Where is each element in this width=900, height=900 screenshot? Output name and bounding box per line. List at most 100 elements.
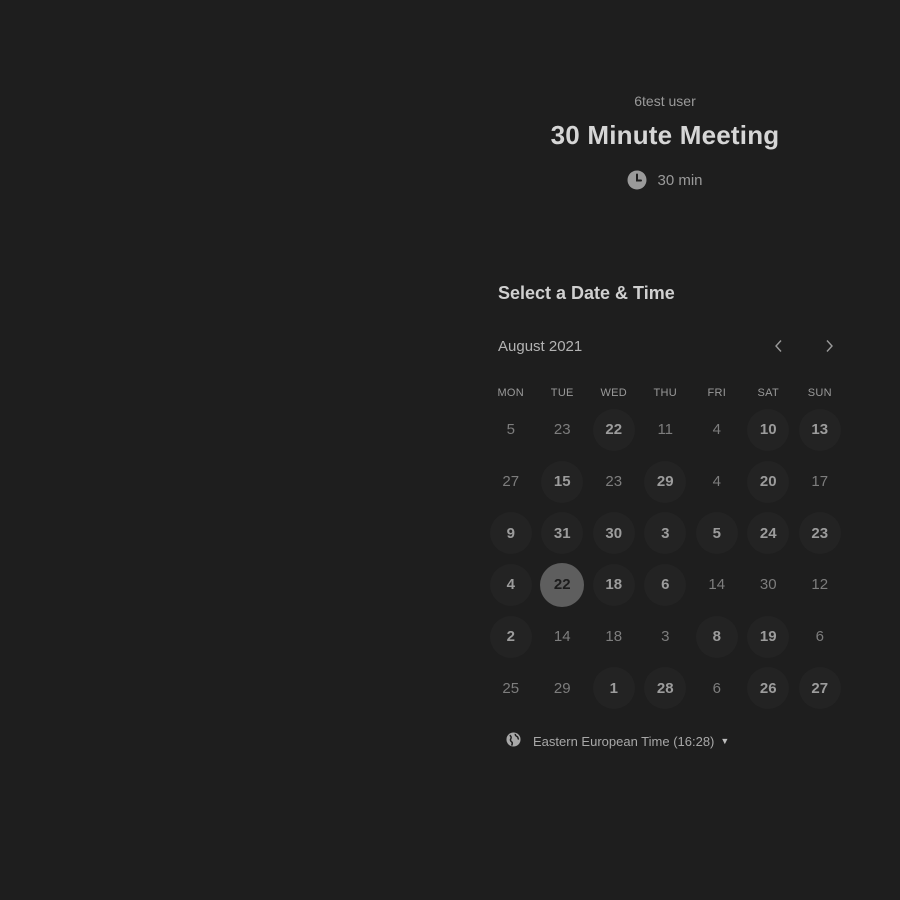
calendar-day-available[interactable]: 5 — [695, 512, 738, 555]
calendar-cell: 23 — [794, 507, 846, 559]
calendar-day-available[interactable]: 22 — [592, 408, 635, 451]
calendar-cell: 11 — [640, 404, 692, 456]
event-header: 6test user 30 Minute Meeting 30 min — [440, 92, 890, 190]
weekday-label: THU — [653, 387, 677, 399]
calendar-day-unavailable: 25 — [502, 679, 520, 697]
calendar-cell: 15 — [537, 456, 589, 508]
weekday-header-row: MON TUE WED THU FRI SAT SUN — [485, 385, 845, 401]
calendar-day-available[interactable]: 15 — [541, 460, 584, 503]
calendar-cell: 30 — [588, 507, 640, 559]
calendar-day-available[interactable]: 8 — [695, 615, 738, 658]
calendar-day-available[interactable]: 23 — [798, 512, 841, 555]
calendar-cell: 18 — [588, 559, 640, 611]
calendar-cell: 29 — [640, 456, 692, 508]
calendar-day-unavailable: 4 — [712, 473, 721, 491]
calendar-day-available[interactable]: 30 — [592, 512, 635, 555]
calendar-day-available[interactable]: 4 — [489, 563, 532, 606]
month-label: August 2021 — [498, 337, 583, 355]
calendar-cell: 26 — [743, 662, 795, 714]
calendar-day-unavailable: 29 — [553, 679, 571, 697]
event-owner: 6test user — [634, 93, 696, 109]
calendar-day-unavailable: 23 — [605, 473, 623, 491]
calendar-day-unavailable: 3 — [661, 628, 670, 646]
timezone-label: Eastern European Time (16:28) — [533, 733, 715, 749]
calendar-cell: 10 — [743, 404, 795, 456]
calendar-cell: 18 — [588, 611, 640, 663]
event-duration: 30 min — [440, 170, 890, 190]
calendar-day-available[interactable]: 19 — [747, 615, 790, 658]
calendar-day-available[interactable]: 13 — [798, 408, 841, 451]
calendar-cell: 9 — [485, 507, 537, 559]
calendar-cell: 4 — [691, 456, 743, 508]
calendar-cell: 4 — [691, 404, 743, 456]
calendar-cell: 30 — [743, 559, 795, 611]
calendar-cell: 23 — [588, 456, 640, 508]
weekday-label: TUE — [550, 387, 574, 399]
calendar-day-unavailable: 30 — [759, 576, 777, 594]
calendar-cell: 1 — [588, 662, 640, 714]
previous-month-button[interactable] — [765, 334, 793, 358]
calendar-cell: 29 — [537, 662, 589, 714]
calendar-cell: 27 — [794, 662, 846, 714]
calendar-cell: 8 — [691, 611, 743, 663]
calendar-cell: 3 — [640, 611, 692, 663]
calendar-cell: 24 — [743, 507, 795, 559]
calendar-cell: 23 — [537, 404, 589, 456]
calendar-cell: 22 — [588, 404, 640, 456]
calendar-day-unavailable: 27 — [502, 473, 520, 491]
calendar-day-available[interactable]: 26 — [747, 667, 790, 710]
weekday-label: WED — [600, 387, 628, 399]
calendar-cell: 4 — [485, 559, 537, 611]
caret-down-icon: ▼ — [720, 736, 730, 746]
calendar-day-available[interactable]: 18 — [592, 563, 635, 606]
calendar-day-available[interactable]: 28 — [644, 667, 687, 710]
calendar-cell: 14 — [691, 559, 743, 611]
timezone-selector[interactable]: Eastern European Time (16:28) ▼ — [506, 732, 729, 750]
calendar-cell: 25 — [485, 662, 537, 714]
calendar-cell: 17 — [794, 456, 846, 508]
calendar-cell: 19 — [743, 611, 795, 663]
calendar-cell: 6 — [640, 559, 692, 611]
month-navigation: August 2021 — [498, 334, 843, 358]
calendar-cell: 6 — [794, 611, 846, 663]
calendar-cell: 14 — [537, 611, 589, 663]
picker-heading: Select a Date & Time — [498, 283, 675, 303]
calendar-day-available[interactable]: 29 — [644, 460, 687, 503]
weekday-label: FRI — [707, 387, 727, 399]
calendar-cell: 22 — [537, 559, 589, 611]
calendar-day-available[interactable]: 20 — [747, 460, 790, 503]
calendar-day-unavailable: 5 — [506, 421, 515, 439]
next-month-button[interactable] — [815, 334, 843, 358]
calendar-day-unavailable: 6 — [712, 679, 721, 697]
calendar-day-available[interactable]: 9 — [489, 512, 532, 555]
chevron-right-icon — [826, 340, 833, 352]
weekday-label: SUN — [807, 387, 832, 399]
event-title: 30 Minute Meeting — [550, 120, 780, 150]
duration-label: 30 min — [657, 171, 703, 189]
scheduling-page: 6test user 30 Minute Meeting 30 min Sele… — [0, 0, 900, 900]
chevron-left-icon — [775, 340, 782, 352]
calendar-day-available[interactable]: 10 — [747, 408, 790, 451]
calendar-day-available[interactable]: 1 — [592, 667, 635, 710]
weekday-label: MON — [497, 387, 525, 399]
calendar-day-available[interactable]: 6 — [644, 563, 687, 606]
calendar-day-unavailable: 17 — [811, 473, 829, 491]
calendar-day-unavailable: 14 — [553, 628, 571, 646]
calendar-day-unavailable: 6 — [815, 628, 824, 646]
calendar-day-available[interactable]: 3 — [644, 512, 687, 555]
calendar-day-available[interactable]: 24 — [747, 512, 790, 555]
calendar-cell: 13 — [794, 404, 846, 456]
globe-icon — [506, 732, 521, 750]
calendar-day-unavailable: 18 — [605, 628, 623, 646]
calendar-day-available[interactable]: 31 — [541, 512, 584, 555]
calendar-day-unavailable: 4 — [712, 421, 721, 439]
calendar-cell: 2 — [485, 611, 537, 663]
calendar-day-selected[interactable]: 22 — [540, 562, 585, 607]
calendar-day-available[interactable]: 27 — [798, 667, 841, 710]
weekday-label: SAT — [757, 387, 779, 399]
calendar-day-available[interactable]: 2 — [489, 615, 532, 658]
calendar-day-unavailable: 14 — [708, 576, 726, 594]
calendar-cell: 5 — [691, 507, 743, 559]
calendar-cell: 3 — [640, 507, 692, 559]
calendar-cell: 20 — [743, 456, 795, 508]
